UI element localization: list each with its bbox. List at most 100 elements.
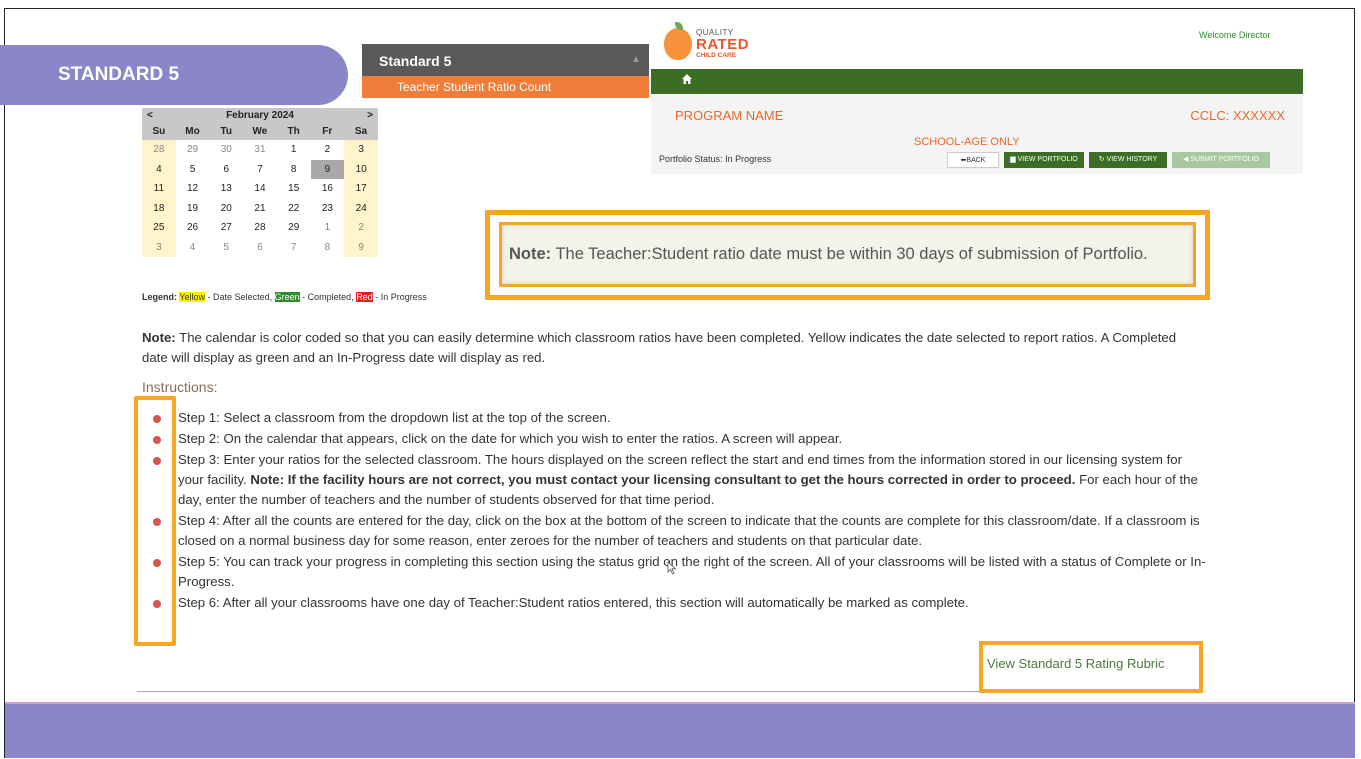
bullets-highlight <box>134 396 176 646</box>
weekday-label: We <box>252 126 268 137</box>
calendar-day[interactable]: 5 <box>209 237 244 257</box>
calendar-day[interactable]: 28 <box>243 218 277 238</box>
weekday-label: Mo <box>185 126 200 137</box>
calendar-day[interactable]: 23 <box>310 198 345 218</box>
calendar-day[interactable]: 14 <box>243 179 277 199</box>
calendar-note: Note: The calendar is color coded so tha… <box>142 328 1202 368</box>
calendar-month: February 2024 <box>226 110 294 121</box>
ratio-note-body: The Teacher:Student ratio date must be w… <box>555 245 1148 263</box>
step-text: Step 1: Select a classroom from the drop… <box>178 410 611 425</box>
view-rubric-link[interactable]: View Standard 5 Rating Rubric <box>987 656 1165 671</box>
calendar-note-body: The calendar is color coded so that you … <box>142 330 1177 365</box>
calendar-day[interactable]: 4 <box>142 159 176 179</box>
calendar-day[interactable]: 20 <box>209 198 244 218</box>
calendar-day[interactable]: 12 <box>175 179 210 199</box>
calendar-day[interactable]: 15 <box>276 179 311 199</box>
app-navbar <box>651 69 1303 94</box>
list-item: Step 3: Enter your ratios for the select… <box>148 450 1208 510</box>
view-history-button[interactable]: ↻ VIEW HISTORY <box>1089 152 1167 168</box>
step-text: Step 5: You can track your progress in c… <box>178 554 1206 589</box>
calendar-day[interactable]: 29 <box>276 218 311 238</box>
instructions-list: Step 1: Select a classroom from the drop… <box>148 408 1208 613</box>
calendar-day[interactable]: 27 <box>209 218 244 238</box>
calendar-day[interactable]: 3 <box>344 140 378 160</box>
calendar-day[interactable]: 9 <box>344 237 378 257</box>
school-age-label: SCHOOL-AGE ONLY <box>914 136 1020 148</box>
slide-page: STANDARD 5 Standard 5 ▲ Teacher Student … <box>0 0 1361 759</box>
standard-menu[interactable]: Standard 5 ▲ Teacher Student Ratio Count <box>362 44 649 98</box>
calendar-weekdays: Su Mo Tu We Th Fr Sa <box>142 124 378 140</box>
menu-item-teacher-student-ratio[interactable]: Teacher Student Ratio Count <box>362 76 649 98</box>
step-text: Step 2: On the calendar that appears, cl… <box>178 431 843 446</box>
calendar-day[interactable]: 25 <box>142 218 176 238</box>
calendar-day[interactable]: 10 <box>344 159 378 179</box>
caret-up-icon[interactable]: ▲ <box>631 54 641 65</box>
calendar-day[interactable]: 8 <box>310 237 345 257</box>
calendar-day[interactable]: 1 <box>310 218 345 238</box>
calendar-day[interactable]: 13 <box>209 179 244 199</box>
calendar-day[interactable]: 3 <box>142 237 176 257</box>
divider <box>137 691 979 692</box>
calendar-day[interactable]: 26 <box>175 218 210 238</box>
welcome-text: Welcome Director <box>1199 30 1271 40</box>
calendar-day[interactable]: 19 <box>175 198 210 218</box>
calendar-day[interactable]: 2 <box>344 218 378 238</box>
portfolio-status: Portfolio Status: In Progress <box>659 154 771 164</box>
legend-yellow: Yellow <box>179 292 206 302</box>
back-button[interactable]: ⬅BACK <box>947 152 999 168</box>
ratio-note-box: Note: The Teacher:Student ratio date mus… <box>499 222 1196 287</box>
list-item: Step 6: After all your classrooms have o… <box>148 593 1208 613</box>
legend-green: Green <box>274 292 300 302</box>
step-bold-note: Note: If the facility hours are not corr… <box>250 472 1076 487</box>
calendar-day[interactable]: 6 <box>243 237 277 257</box>
calendar-day[interactable]: 7 <box>243 159 277 179</box>
calendar-day[interactable]: 28 <box>142 140 176 160</box>
view-portfolio-label: VIEW PORTFOLIO <box>1017 156 1078 163</box>
calendar-day[interactable]: 17 <box>344 179 378 199</box>
instructions-heading: Instructions: <box>142 379 218 395</box>
calendar-day[interactable]: 29 <box>175 140 210 160</box>
calendar-day[interactable]: 5 <box>175 159 210 179</box>
calendar-day[interactable]: 16 <box>310 179 345 199</box>
list-item: Step 2: On the calendar that appears, cl… <box>148 429 1208 449</box>
standard-menu-title: Standard 5 <box>379 53 452 69</box>
calendar-day[interactable]: 9 <box>310 159 345 179</box>
view-portfolio-button[interactable]: ▆ VIEW PORTFOLIO <box>1004 152 1084 168</box>
calendar-day[interactable]: 1 <box>276 140 311 160</box>
calendar-day[interactable]: 11 <box>142 179 176 199</box>
weekday-label: Th <box>287 126 300 137</box>
logo-text-rated: RATED <box>696 36 750 53</box>
list-item: Step 4: After all the counts are entered… <box>148 511 1208 551</box>
list-item: Step 1: Select a classroom from the drop… <box>148 408 1208 428</box>
submit-portfolio-button[interactable]: ◀ SUBMIT PORTFOLIO <box>1172 152 1270 168</box>
calendar-day[interactable]: 22 <box>276 198 311 218</box>
ratio-note-highlight: Note: The Teacher:Student ratio date mus… <box>485 210 1210 300</box>
calendar-day[interactable]: 24 <box>344 198 378 218</box>
next-month-button[interactable]: > <box>367 110 373 121</box>
legend-green-desc: - Completed, <box>302 292 354 302</box>
peach-icon <box>664 22 692 60</box>
calendar-day[interactable]: 18 <box>142 198 176 218</box>
calendar-day[interactable]: 21 <box>243 198 277 218</box>
calendar-day[interactable]: 31 <box>243 140 277 160</box>
calendar-day[interactable]: 6 <box>209 159 244 179</box>
frame-top-border <box>4 8 1355 9</box>
step-text: Step 4: After all the counts are entered… <box>178 513 1200 548</box>
weekday-label: Tu <box>220 126 232 137</box>
ratio-note-text: Note: The Teacher:Student ratio date mus… <box>509 245 1148 264</box>
step-text: Step 6: After all your classrooms have o… <box>178 595 969 610</box>
calendar-day[interactable]: 30 <box>209 140 244 160</box>
calendar-day[interactable]: 8 <box>276 159 311 179</box>
calendar-day[interactable]: 2 <box>310 140 345 160</box>
calendar-day[interactable]: 7 <box>276 237 311 257</box>
portfolio-status-label: Portfolio Status: <box>659 154 723 164</box>
legend-red: Red <box>356 292 373 302</box>
document-icon: ▆ <box>1010 156 1018 163</box>
portfolio-panel: PROGRAM NAME CCLC: XXXXXX SCHOOL-AGE ONL… <box>651 94 1303 174</box>
portfolio-status-value: In Progress <box>725 154 772 164</box>
home-icon[interactable] <box>681 73 693 85</box>
mouse-cursor-icon <box>667 561 677 575</box>
calendar-note-label: Note: <box>142 330 176 345</box>
calendar-day[interactable]: 4 <box>175 237 210 257</box>
calendar-header: < February 2024 > <box>142 108 378 124</box>
